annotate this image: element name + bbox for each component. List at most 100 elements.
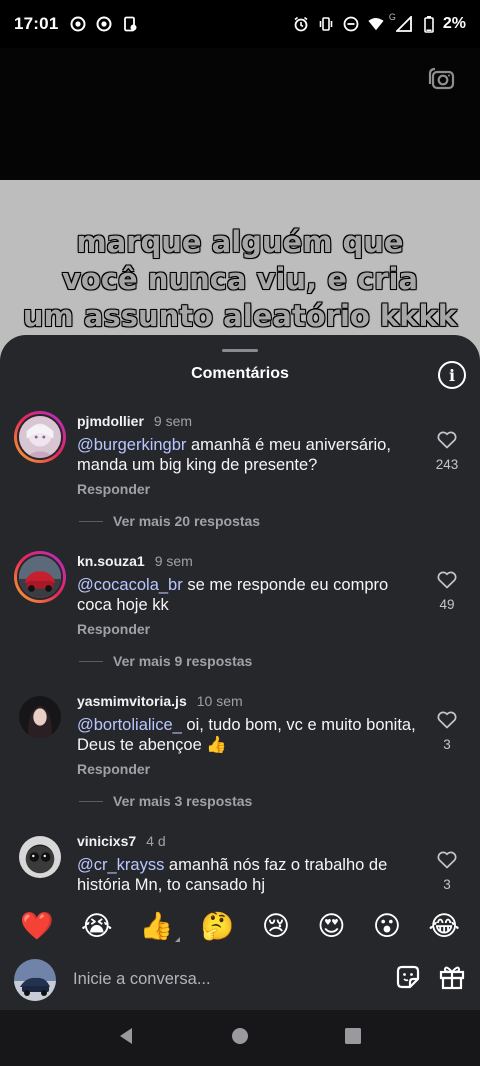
comment-time: 10 sem xyxy=(196,693,243,709)
like-control[interactable]: 3 xyxy=(432,711,462,752)
comment-time: 4 d xyxy=(146,833,166,849)
like-control[interactable]: 3 xyxy=(432,851,462,892)
comments-list[interactable]: pjmdollier 9 sem @burgerkingbr amanhã é … xyxy=(0,403,480,903)
view-more-replies-button[interactable]: Ver mais 9 respostas xyxy=(113,653,252,669)
comment-time: 9 sem xyxy=(153,413,193,429)
comment-item: kn.souza1 9 sem @cocacola_br se me respo… xyxy=(0,543,480,683)
comment-username[interactable]: pjmdollier xyxy=(77,413,144,429)
caption-line: um assunto aleatório kkkk xyxy=(22,298,458,333)
avatar-image xyxy=(17,554,63,600)
comment-header: yasmimvitoria.js 10 sem xyxy=(77,693,243,709)
like-count: 49 xyxy=(439,597,455,612)
network-type-label: G xyxy=(388,12,396,22)
comments-sheet: Comentários i pjmdollier 9 sem @burgerki… xyxy=(0,335,480,1010)
reaction-heart-eyes[interactable]: 😍 xyxy=(317,913,345,940)
comment-username[interactable]: yasmimvitoria.js xyxy=(77,693,187,709)
home-icon[interactable] xyxy=(230,1026,250,1051)
comment-text: @cr_krayss amanhã nós faz o trabalho de … xyxy=(77,855,417,895)
like-control[interactable]: 49 xyxy=(432,571,462,612)
view-more-replies-label: Ver mais 9 respostas xyxy=(113,653,253,669)
avatar-image xyxy=(17,694,63,740)
sticker-icon[interactable] xyxy=(394,963,422,996)
reaction-laughing[interactable]: 😂 xyxy=(428,913,460,940)
comment-time: 9 sem xyxy=(154,553,193,569)
gift-icon[interactable] xyxy=(438,963,466,996)
record-notification-icon xyxy=(96,16,112,32)
status-notification-icons xyxy=(70,16,138,32)
reaction-sad[interactable]: 😢 xyxy=(262,913,290,940)
record-notification-icon xyxy=(70,16,86,32)
view-more-replies-label: Ver mais 3 respostas xyxy=(113,793,253,809)
comment-input[interactable]: Inicie a conversa... xyxy=(73,970,394,989)
info-icon-glyph: i xyxy=(448,365,456,385)
comment-item: vinicixs7 4 d @cr_krayss amanhã nós faz … xyxy=(0,823,480,903)
battery-icon xyxy=(424,15,434,33)
heart-icon[interactable] xyxy=(437,431,457,454)
heart-icon[interactable] xyxy=(437,711,457,734)
reaction-thinking[interactable]: 🤔 xyxy=(201,913,235,940)
status-system-icons: G 2% xyxy=(293,12,466,33)
video-top-area[interactable] xyxy=(0,48,480,180)
alarm-icon xyxy=(293,16,309,32)
view-more-replies-label: Ver mais 20 respostas xyxy=(113,513,261,529)
status-time: 17:01 xyxy=(14,14,59,33)
avatar[interactable] xyxy=(14,831,66,883)
sheet-drag-handle[interactable] xyxy=(222,349,258,352)
recents-icon[interactable] xyxy=(343,1026,363,1051)
back-icon[interactable] xyxy=(117,1026,137,1051)
comment-text: @burgerkingbr amanhã é meu aniversário, … xyxy=(77,435,417,475)
view-more-replies-button[interactable]: Ver mais 3 respostas xyxy=(113,793,252,809)
info-icon[interactable]: i xyxy=(438,361,466,389)
wifi-icon xyxy=(368,16,384,32)
composer-actions xyxy=(394,963,466,996)
comment-mention[interactable]: @cr_krayss xyxy=(77,856,164,874)
battery-percent: 2% xyxy=(442,15,466,32)
do-not-disturb-icon xyxy=(343,16,359,32)
caption-line: marque alguém que xyxy=(76,224,404,259)
quick-reactions-bar: ❤️ 😭 👍 🤔 😢 😍 😮 😂 xyxy=(0,903,480,949)
heart-icon[interactable] xyxy=(437,851,457,874)
reply-button[interactable]: Responder xyxy=(77,621,150,637)
view-more-replies-button[interactable]: Ver mais 20 respostas xyxy=(113,513,260,529)
reply-button[interactable]: Responder xyxy=(77,761,150,777)
comment-header: vinicixs7 4 d xyxy=(77,833,166,849)
skin-tone-indicator-icon xyxy=(174,936,180,942)
screenshot-notification-icon xyxy=(122,16,138,32)
like-count: 3 xyxy=(443,737,451,752)
like-count: 3 xyxy=(443,877,451,892)
comment-composer: Inicie a conversa... xyxy=(0,949,480,1010)
caption-line: você nunca viu, e cria xyxy=(61,261,418,296)
comment-mention[interactable]: @bortolialice_ xyxy=(77,716,182,734)
sheet-title: Comentários xyxy=(191,365,289,382)
reaction-heart[interactable]: ❤️ xyxy=(20,913,54,940)
avatar-image xyxy=(17,414,63,460)
comment-header: kn.souza1 9 sem xyxy=(77,553,193,569)
vibrate-icon xyxy=(318,16,334,32)
signal-icon: G xyxy=(389,12,415,32)
reaction-crying[interactable]: 😭 xyxy=(81,913,113,940)
comment-mention[interactable]: @burgerkingbr xyxy=(77,436,186,454)
reply-button[interactable]: Responder xyxy=(77,481,150,497)
system-navigation-bar xyxy=(0,1010,480,1066)
comment-username[interactable]: vinicixs7 xyxy=(77,833,136,849)
comment-username[interactable]: kn.souza1 xyxy=(77,553,145,569)
like-control[interactable]: 243 xyxy=(432,431,462,472)
avatar-image xyxy=(17,834,63,880)
reaction-surprised[interactable]: 😮 xyxy=(373,913,401,940)
avatar[interactable] xyxy=(14,551,66,603)
comment-mention[interactable]: @cocacola_br xyxy=(77,576,183,594)
comment-header: pjmdollier 9 sem xyxy=(77,413,192,429)
status-bar: 17:01 G 2% xyxy=(0,0,480,48)
comment-text: @cocacola_br se me responde eu compro co… xyxy=(77,575,417,615)
comment-text: @bortolialice_ oi, tudo bom, vc e muito … xyxy=(77,715,417,755)
reaction-thumbs-up[interactable]: 👍 xyxy=(139,910,180,942)
avatar[interactable] xyxy=(14,411,66,463)
reaction-thumbs-up-glyph: 👍 xyxy=(139,910,174,942)
heart-icon[interactable] xyxy=(437,571,457,594)
camera-icon[interactable] xyxy=(428,66,456,92)
like-count: 243 xyxy=(435,457,459,472)
avatar[interactable] xyxy=(14,691,66,743)
comment-item: pjmdollier 9 sem @burgerkingbr amanhã é … xyxy=(0,403,480,543)
my-avatar xyxy=(14,958,56,1001)
comment-item: yasmimvitoria.js 10 sem @bortolialice_ o… xyxy=(0,683,480,823)
